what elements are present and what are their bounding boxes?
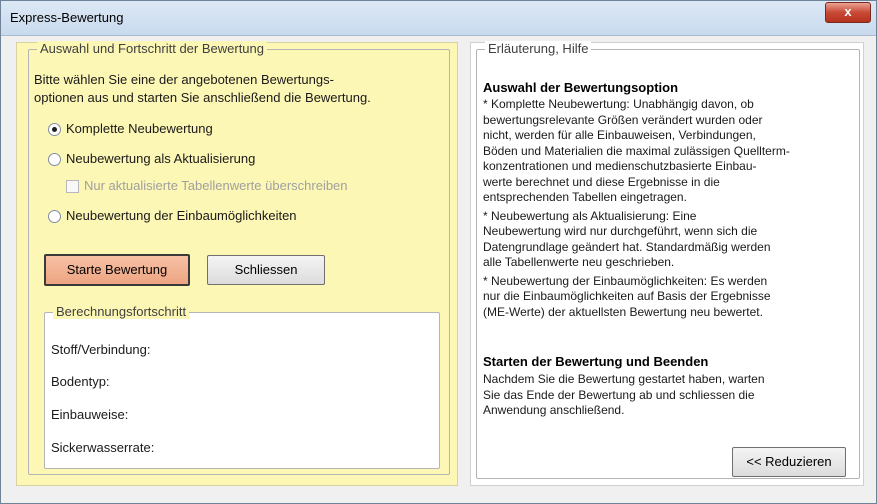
progress-stoff-label: Stoff/Verbindung:: [51, 342, 151, 357]
help-line: Nachdem Sie die Bewertung gestartet habe…: [483, 372, 765, 386]
help-line: Neubewertung wird nur durchgeführt, wenn…: [483, 224, 758, 238]
help-line: (ME-Werte) der aktuellsten Bewertung neu…: [483, 304, 763, 319]
close-icon: x: [844, 4, 852, 19]
option-einbau-label: Neubewertung der Einbaumöglichkeiten: [66, 208, 297, 223]
checkbox-ueberschreiben[interactable]: [66, 180, 79, 193]
help-line: werte berechnet und diese Ergebnisse in …: [483, 174, 720, 189]
start-bewertung-button[interactable]: Starte Bewertung: [44, 254, 190, 286]
schliessen-button[interactable]: Schliessen: [207, 255, 325, 285]
help-line: Sie das Ende der Bewertung ab und schlie…: [483, 387, 755, 402]
help-line: nicht, werden für alle Einbauweisen, Ver…: [483, 128, 756, 142]
instruction-line-1: Bitte wählen Sie eine der angebotenen Be…: [34, 72, 334, 87]
option-komplett-label: Komplette Neubewertung: [66, 121, 213, 136]
help-heading-option: Auswahl der Bewertungsoption: [483, 80, 679, 95]
help-line: konzentrationen und medienschutzbasierte…: [483, 159, 757, 173]
help-line: * Neubewertung als Aktualisierung: Eine: [483, 208, 697, 223]
help-line: Anwendung anschließend.: [483, 403, 625, 417]
progress-groupbox: Berechnungsfortschritt Stoff/Verbindung:…: [44, 304, 440, 469]
window-title: Express-Bewertung: [10, 10, 124, 25]
help-line: Böden und Materialien die maximal zuläss…: [483, 143, 790, 158]
radio-komplett[interactable]: [48, 123, 61, 136]
instruction-line-2: optionen aus und starten Sie anschließen…: [34, 90, 371, 105]
help-group-title: Erläuterung, Hilfe: [485, 41, 592, 56]
help-line: * Komplette Neubewertung: Unabhängig dav…: [483, 97, 754, 111]
selection-group-title: Auswahl und Fortschritt der Bewertung: [37, 41, 267, 56]
help-line: bewertungsrelevante Größen verändert wur…: [483, 112, 763, 127]
help-line: alle Tabellenwerte neu geschrieben.: [483, 255, 675, 269]
radio-aktualisierung[interactable]: [48, 153, 61, 166]
progress-boden-label: Bodentyp:: [51, 374, 110, 389]
title-bar: Express-Bewertung x: [1, 1, 876, 36]
progress-group-title: Berechnungsfortschritt: [53, 304, 190, 319]
help-heading-start: Starten der Bewertung und Beenden: [483, 354, 709, 369]
option-aktualisierung-label: Neubewertung als Aktualisierung: [66, 151, 256, 166]
option-ueberschreiben-label: Nur aktualisierte Tabellenwerte überschr…: [84, 178, 348, 193]
help-line: Datengrundlage geändert hat. Standardmäß…: [483, 239, 771, 254]
progress-einbauweise-label: Einbauweise:: [51, 407, 129, 422]
close-window-button[interactable]: x: [825, 2, 871, 23]
help-line: nur die Einbaumöglichkeiten auf Basis de…: [483, 289, 771, 303]
radio-einbau[interactable]: [48, 210, 61, 223]
progress-sicker-label: Sickerwasserrate:: [51, 440, 155, 455]
help-line: * Neubewertung der Einbaumöglichkeiten: …: [483, 273, 768, 288]
help-line: entsprechenden Tabellen eingetragen.: [483, 190, 687, 204]
reduzieren-button[interactable]: << Reduzieren: [732, 447, 846, 477]
